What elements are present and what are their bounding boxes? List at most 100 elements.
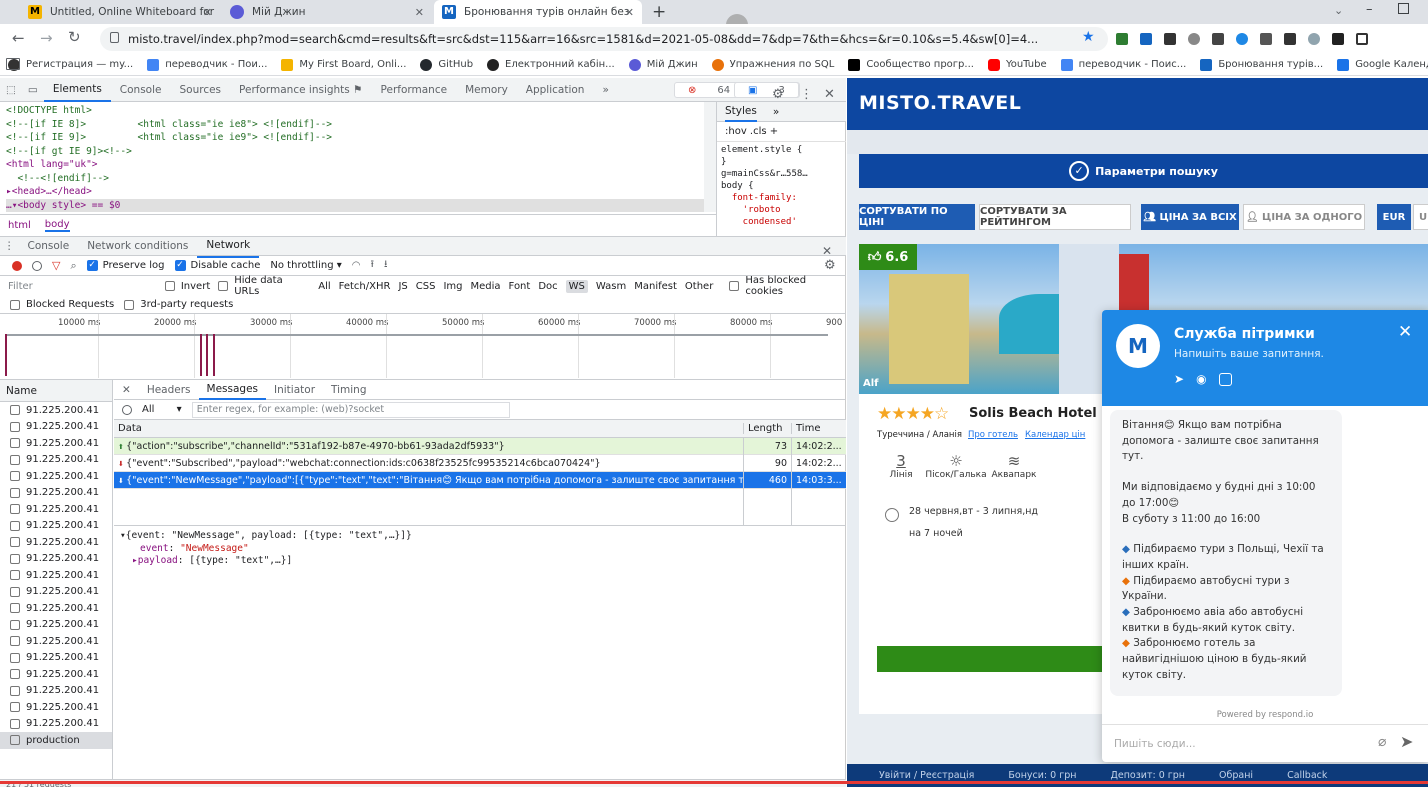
deposit-link[interactable]: Депозит: 0 грн [1110,770,1185,781]
drawer-tab-network[interactable]: Network [197,234,260,258]
type-doc[interactable]: Doc [538,281,557,292]
site-logo[interactable]: MISTO.TRAVEL [859,92,1021,114]
close-detail-icon[interactable]: ✕ [114,384,139,396]
network-settings-gear-icon[interactable]: ⚙ [824,258,836,273]
device-toolbar-icon[interactable]: ▭ [22,78,44,102]
request-checkbox[interactable] [10,586,20,597]
request-row[interactable]: 91.225.200.41 [0,567,112,584]
extension-icon[interactable] [1116,33,1128,45]
request-checkbox[interactable] [10,487,20,498]
request-row[interactable]: 91.225.200.41 [0,419,112,436]
currency-other-button[interactable]: U [1413,204,1428,230]
request-checkbox[interactable] [10,619,20,630]
browser-tab-misto[interactable]: M Бронювання турів онлайн без ✕ [434,0,642,24]
export-icon[interactable]: ⭳ [384,257,388,274]
request-checkbox[interactable] [10,685,20,696]
request-checkbox[interactable] [10,504,20,515]
dom-line[interactable]: <!--[if gt IE 9]><!--> [6,145,704,159]
back-icon[interactable]: ← [12,29,25,47]
request-checkbox[interactable] [10,652,20,663]
record-icon[interactable] [12,260,22,271]
bookmark-item[interactable]: GitHub [420,58,473,71]
request-row[interactable]: 91.225.200.41 [0,485,112,502]
request-row[interactable]: 91.225.200.41 [0,501,112,518]
bookmark-item[interactable]: Упражнения по SQL [711,58,834,71]
message-regex-input[interactable]: Enter regex, for example: (web)?socket [191,401,510,418]
bookmark-item[interactable]: переводчик - Пои... [147,58,267,71]
close-tab-icon[interactable]: ✕ [625,6,634,19]
callback-link[interactable]: Callback [1287,770,1327,781]
extension-icon[interactable] [1140,33,1152,45]
price-all-button[interactable]: 👥︎ ЦІНА ЗА ВСІХ [1141,204,1239,230]
request-checkbox[interactable] [10,537,20,548]
request-row[interactable]: 91.225.200.41 [0,551,112,568]
type-img[interactable]: Img [443,281,462,292]
request-checkbox[interactable] [10,520,20,531]
request-checkbox[interactable] [10,438,20,449]
extension-icon[interactable] [1308,33,1320,45]
powered-by[interactable]: Powered by respond.io [1102,710,1428,720]
attach-icon[interactable]: ⌀ [1378,734,1386,750]
request-checkbox[interactable] [10,421,20,432]
import-icon[interactable]: ⭱ [370,257,374,274]
throttling-select[interactable]: No throttling ▾ [270,260,341,271]
tab-application[interactable]: Application [517,78,594,102]
type-manifest[interactable]: Manifest [634,281,677,292]
tab-performance[interactable]: Performance [372,78,457,102]
browser-tab-whiteboard[interactable]: M Untitled, Online Whiteboard for ✕ [20,0,220,24]
sort-rating-button[interactable]: СОРТУВАТИ ЗА РЕЙТИНГОМ [979,204,1131,230]
tab-initiator[interactable]: Initiator [266,384,323,396]
dom-line[interactable]: ▸<head>…</head> [6,185,704,199]
dom-line[interactable]: <!--[if IE 8]> <html class="ie ie8"> <![… [6,118,704,132]
tab-headers[interactable]: Headers [139,384,199,396]
more-style-tabs[interactable]: » [773,106,779,118]
new-tab-button[interactable]: + [652,2,666,22]
type-wasm[interactable]: Wasm [596,281,626,292]
instagram-icon[interactable] [1218,372,1232,386]
tab-performance-insights[interactable]: Performance insights ⚑ [230,78,372,102]
request-row[interactable]: 91.225.200.41 [0,534,112,551]
has-blocked-cookies-checkbox[interactable]: Has blocked cookies [729,275,846,297]
crumb-body[interactable]: body [44,219,70,232]
request-row[interactable]: 91.225.200.41 [0,666,112,683]
dom-scrollbar[interactable] [704,102,716,212]
name-column-header[interactable]: Name [0,380,112,402]
type-all[interactable]: All [318,281,330,292]
drawer-menu-icon[interactable]: ⋮ [0,234,19,258]
clear-messages-icon[interactable] [122,404,132,415]
dom-line[interactable]: <html lang="uk"> [6,158,704,172]
preview-key-payload[interactable]: ▸payload [132,555,178,566]
request-checkbox[interactable] [10,553,20,564]
tab-timing[interactable]: Timing [323,384,374,396]
request-row[interactable]: production [0,732,112,749]
request-row[interactable]: 91.225.200.41 [0,600,112,617]
telegram-icon[interactable]: ➤ [1174,372,1184,386]
hotel-name[interactable]: Solis Beach Hotel [969,406,1097,421]
invert-checkbox[interactable]: Invert [164,281,210,292]
request-checkbox[interactable] [10,669,20,680]
bookmark-item[interactable]: Google Календарь... [1337,58,1428,71]
search-params-button[interactable]: ✓ Параметри пошуку [859,154,1428,188]
sort-price-button[interactable]: СОРТУВАТИ ПО ЦІНІ [859,204,975,230]
forward-icon[interactable]: → [40,29,53,47]
request-row[interactable]: 91.225.200.41 [0,683,112,700]
request-row[interactable]: 91.225.200.41 [0,699,112,716]
extension-icon[interactable] [1188,33,1200,45]
request-row[interactable]: 91.225.200.41 [0,716,112,733]
bookmark-item[interactable]: Регистрация — my... [8,58,133,71]
maximize-icon[interactable] [1398,3,1409,14]
request-checkbox[interactable] [10,454,20,465]
chat-message-input[interactable]: Пишіть сюди... [1114,738,1196,750]
browser-tab-dzhin[interactable]: Мій Джин ✕ [222,0,432,24]
login-link[interactable]: Увійти / Реєстрація [879,770,974,781]
more-tabs-button[interactable]: » [593,78,617,102]
bookmark-star-icon[interactable]: ★ [1082,29,1095,45]
type-fetch-xhr[interactable]: Fetch/XHR [339,281,391,292]
col-length[interactable]: Length [744,423,792,434]
info-counter[interactable]: ▣ 3 [734,82,799,98]
price-one-button[interactable]: 👤︎ ЦІНА ЗА ОДНОГО [1243,204,1365,230]
request-checkbox[interactable] [10,636,20,647]
request-row[interactable]: 91.225.200.41 [0,584,112,601]
bookmark-item[interactable]: Бронювання турів... [1200,58,1323,71]
bookmark-item[interactable]: Сообщество прогр... [848,58,974,71]
